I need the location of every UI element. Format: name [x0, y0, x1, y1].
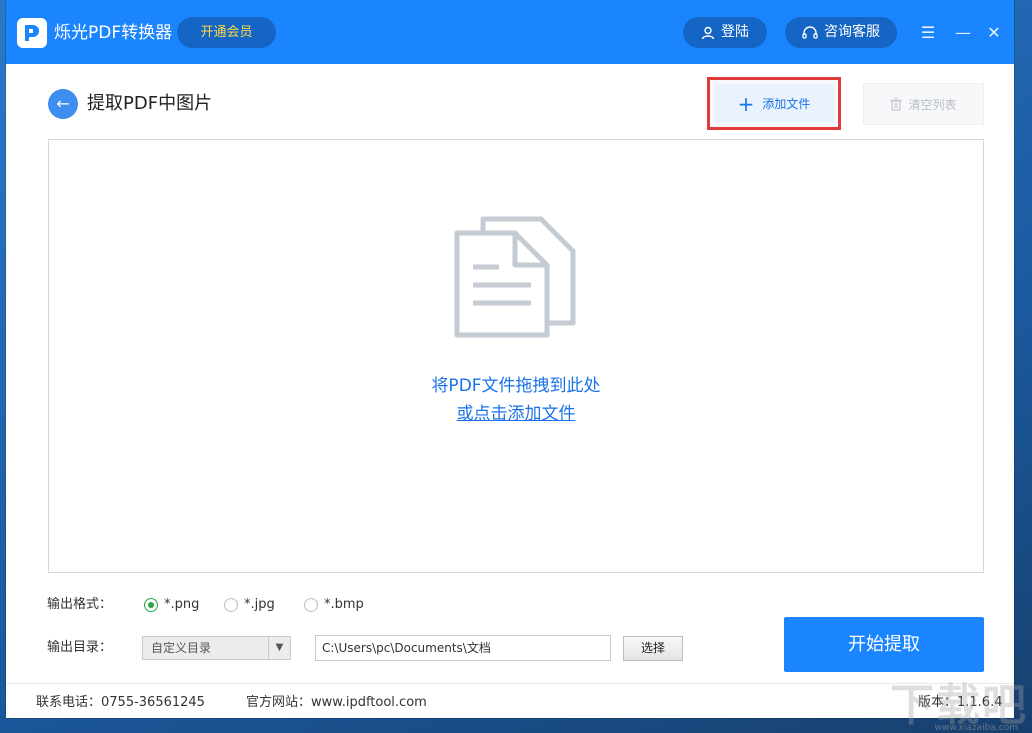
app-title: 烁光PDF转换器: [54, 23, 173, 43]
vip-button[interactable]: 开通会员: [177, 17, 276, 48]
format-png-label: *.png: [164, 597, 200, 612]
app-window: 烁光PDF转换器 开通会员 登陆 咨询客服 ☰ — ✕ ← 提取PDF中图片 +…: [6, 0, 1014, 718]
minimize-icon[interactable]: —: [952, 22, 974, 44]
documents-icon: [454, 216, 576, 338]
output-dir-select[interactable]: 自定义目录 ▼: [142, 636, 291, 660]
login-button[interactable]: 登陆: [683, 17, 767, 48]
trash-icon: [890, 97, 902, 111]
support-button[interactable]: 咨询客服: [785, 17, 897, 48]
add-file-inner[interactable]: + 添加文件: [714, 84, 834, 123]
plus-icon: +: [737, 91, 755, 116]
output-path-input[interactable]: C:\Users\pc\Documents\文档: [315, 635, 611, 661]
format-radio-bmp[interactable]: *.bmp: [304, 597, 364, 613]
headset-icon: [802, 25, 818, 39]
back-arrow-icon[interactable]: ←: [48, 89, 78, 119]
page-title: 提取PDF中图片: [87, 93, 213, 114]
support-label: 咨询客服: [824, 24, 880, 40]
choose-dir-button[interactable]: 选择: [623, 636, 683, 661]
contact-phone: 联系电话：0755-36561245: [36, 695, 205, 710]
drop-instruction: 将PDF文件拖拽到此处: [431, 376, 601, 396]
output-dir-label: 输出目录：: [47, 640, 113, 655]
format-bmp-label: *.bmp: [324, 597, 364, 612]
radio-icon: [304, 598, 318, 612]
official-website: 官方网站：www.ipdftool.com: [246, 695, 427, 710]
watermark-url: www.xiazaiba.com: [934, 723, 1018, 733]
add-file-link[interactable]: 或点击添加文件: [49, 401, 983, 427]
start-extract-button[interactable]: 开始提取: [784, 617, 984, 672]
menu-icon[interactable]: ☰: [917, 22, 939, 44]
add-file-label: 添加文件: [762, 97, 811, 111]
user-icon: [701, 26, 715, 39]
format-radio-png[interactable]: *.png: [144, 597, 199, 613]
add-file-button[interactable]: + 添加文件: [707, 77, 841, 130]
footer: 联系电话：0755-36561245 官方网站：www.ipdftool.com…: [6, 683, 1014, 718]
dropdown-arrow-icon[interactable]: ▼: [268, 637, 290, 659]
radio-icon: [224, 598, 238, 612]
format-jpg-label: *.jpg: [244, 597, 275, 612]
clear-list-label: 清空列表: [908, 97, 957, 112]
output-format-label: 输出格式：: [47, 597, 113, 612]
file-drop-zone[interactable]: 将PDF文件拖拽到此处 或点击添加文件: [48, 139, 984, 573]
close-icon[interactable]: ✕: [983, 22, 1005, 44]
dir-mode-value: 自定义目录: [151, 641, 212, 655]
login-label: 登陆: [721, 24, 749, 40]
title-bar: 烁光PDF转换器 开通会员 登陆 咨询客服 ☰ — ✕: [6, 0, 1014, 64]
clear-list-button[interactable]: 清空列表: [863, 83, 984, 125]
app-logo-icon: [17, 18, 47, 48]
format-radio-jpg[interactable]: *.jpg: [224, 597, 275, 613]
radio-selected-icon: [144, 598, 158, 612]
